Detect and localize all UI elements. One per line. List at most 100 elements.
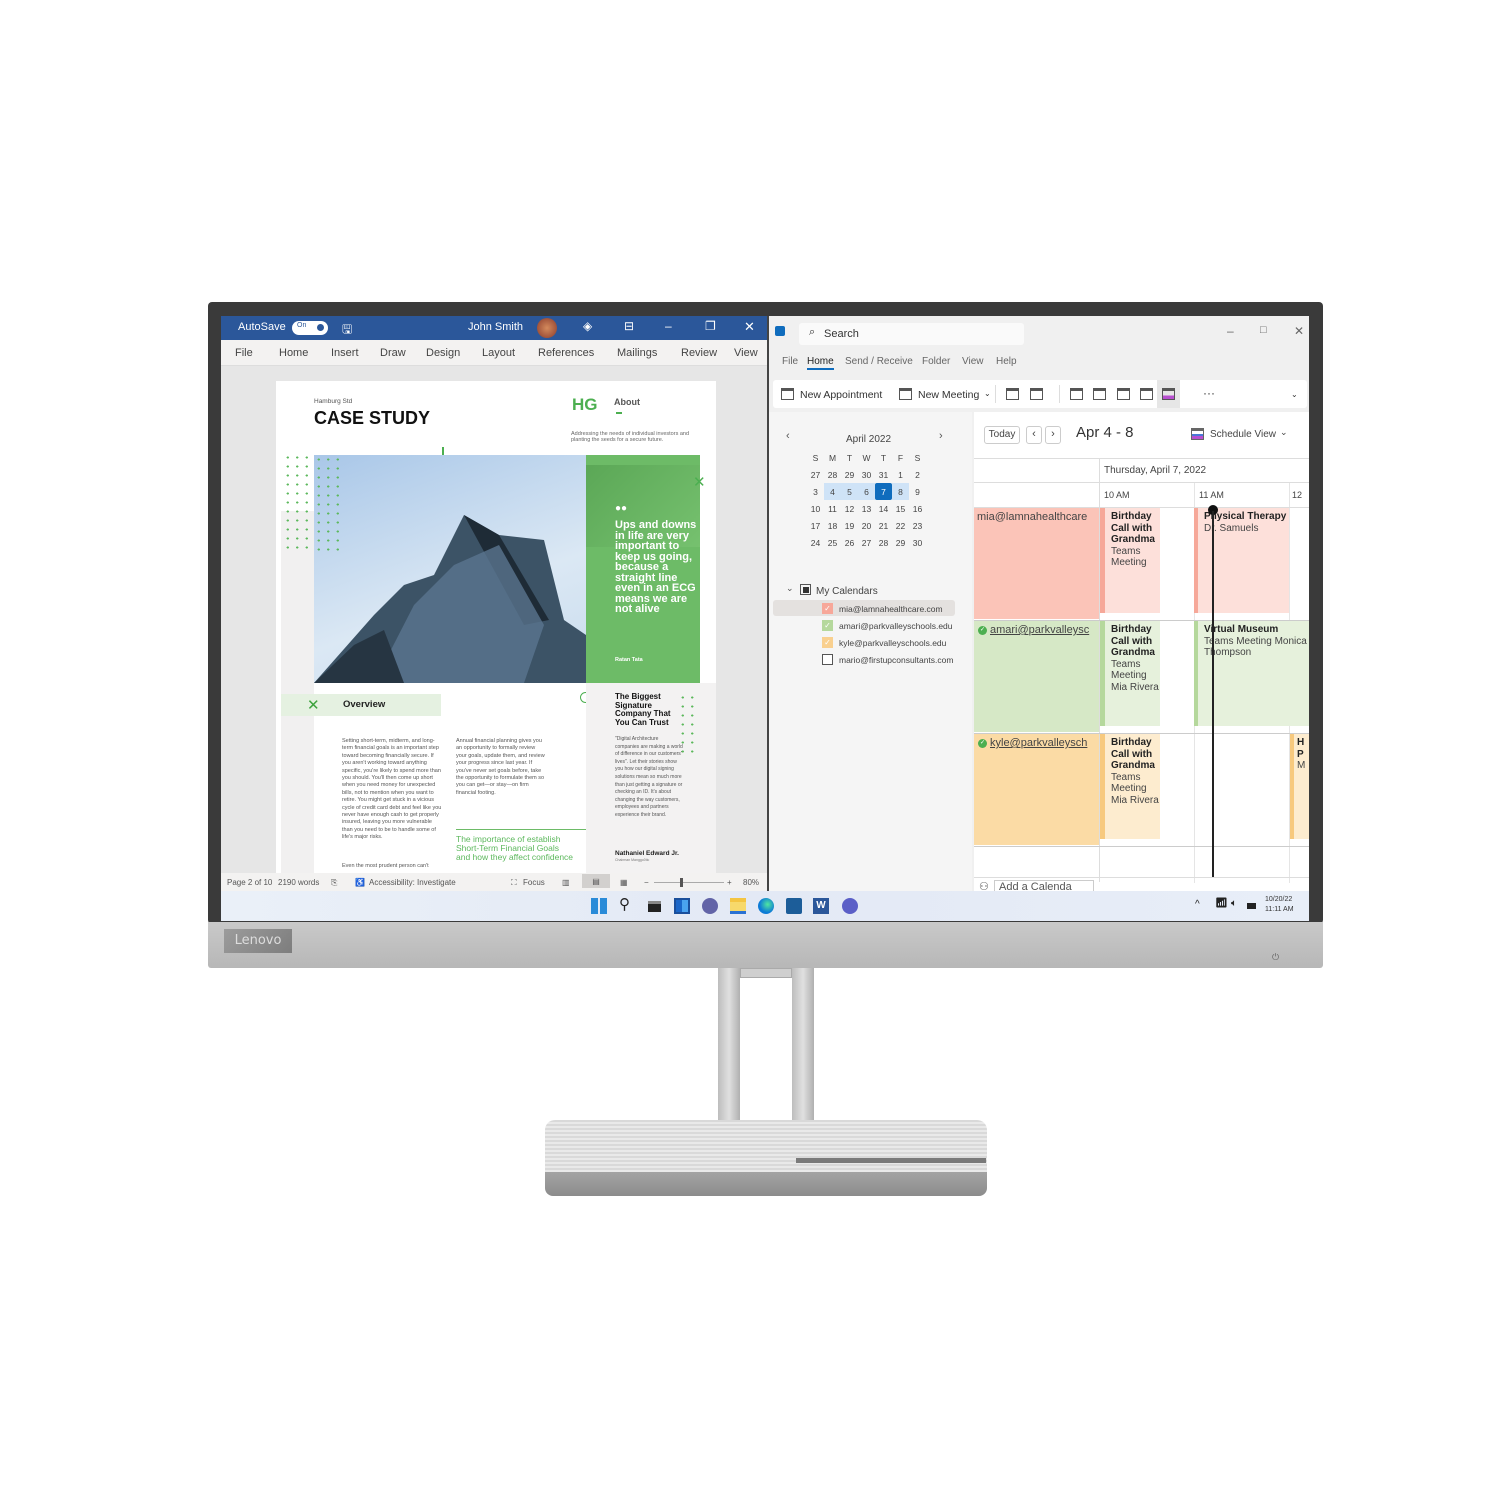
group-checkbox[interactable] xyxy=(800,584,811,595)
calendar-day[interactable]: 4 xyxy=(824,483,841,500)
calendar-day[interactable]: 28 xyxy=(824,466,841,483)
edge-icon[interactable] xyxy=(758,898,774,914)
calendar-day[interactable]: 31 xyxy=(875,466,892,483)
save-icon[interactable]: 🖫 xyxy=(342,320,352,341)
file-explorer-icon[interactable] xyxy=(730,898,746,914)
tab-references[interactable]: References xyxy=(538,347,594,359)
widgets-icon[interactable] xyxy=(674,898,690,914)
zoom-slider[interactable] xyxy=(654,878,724,887)
tab-file[interactable]: File xyxy=(235,347,253,359)
work-week-view-icon[interactable] xyxy=(1093,388,1106,400)
more-options-button[interactable]: ··· xyxy=(1203,386,1215,400)
calendar-day[interactable]: 25 xyxy=(824,534,841,551)
read-mode-icon[interactable]: ▥ xyxy=(562,878,570,887)
volume-icon[interactable]: 🔈︎ xyxy=(1231,898,1237,909)
tab-draw[interactable]: Draw xyxy=(380,347,406,359)
menu-home[interactable]: Home xyxy=(807,356,834,370)
calendar-day[interactable]: 2 xyxy=(909,466,926,483)
chat-icon[interactable] xyxy=(702,898,718,914)
event-card[interactable]: Physical Therapy Dr. Samuels xyxy=(1194,508,1289,613)
menu-help[interactable]: Help xyxy=(996,356,1017,367)
next-days-icon[interactable] xyxy=(1030,388,1043,400)
search-input[interactable]: ⌕ Search xyxy=(799,323,1024,345)
calendar-day[interactable]: 1 xyxy=(892,466,909,483)
tab-review[interactable]: Review xyxy=(681,347,717,359)
calendar-row-label[interactable]: ✓ kyle@parkvalleysch xyxy=(974,734,1099,845)
start-icon[interactable] xyxy=(591,898,607,914)
calendar-checkbox[interactable]: ✓ xyxy=(822,637,833,648)
print-layout-icon[interactable]: ▤ xyxy=(582,874,610,888)
calendar-day[interactable]: 29 xyxy=(892,534,909,551)
next-week-button[interactable]: › xyxy=(1045,426,1061,444)
restore-icon[interactable]: ❐ xyxy=(705,319,716,333)
event-card[interactable]: H PM xyxy=(1290,734,1309,839)
calendar-day[interactable]: 19 xyxy=(841,517,858,534)
tab-view[interactable]: View xyxy=(734,347,758,359)
calendar-day[interactable]: 3 xyxy=(807,483,824,500)
wifi-icon[interactable]: 📶︎ xyxy=(1215,898,1228,909)
calendar-day[interactable]: 11 xyxy=(824,500,841,517)
word-count[interactable]: 2190 words xyxy=(278,878,319,887)
calendar-day[interactable]: 7 xyxy=(875,483,892,500)
menu-folder[interactable]: Folder xyxy=(922,356,950,367)
calendar-row-label[interactable]: ✓ amari@parkvalleysc xyxy=(974,621,1099,732)
collapse-icon[interactable]: ⌄ xyxy=(786,583,794,594)
avatar[interactable] xyxy=(537,318,557,338)
search-icon[interactable]: ⚲ xyxy=(619,897,635,914)
close-icon[interactable]: ✕ xyxy=(1294,324,1304,338)
today-button[interactable]: Today xyxy=(984,426,1020,444)
close-icon[interactable]: ✕ xyxy=(744,319,755,335)
task-view-icon[interactable] xyxy=(648,901,661,912)
schedule-view-button[interactable] xyxy=(1157,380,1180,408)
calendar-day[interactable]: 23 xyxy=(909,517,926,534)
tab-insert[interactable]: Insert xyxy=(331,347,359,359)
page-count[interactable]: Page 2 of 10 xyxy=(227,878,272,887)
calendar-day[interactable]: 13 xyxy=(858,500,875,517)
calendar-day[interactable]: 29 xyxy=(841,466,858,483)
zoom-level[interactable]: 80% xyxy=(743,878,759,887)
menu-file[interactable]: File xyxy=(782,356,798,367)
tab-mailings[interactable]: Mailings xyxy=(617,347,657,359)
chevron-down-icon[interactable]: ⌄ xyxy=(984,389,991,398)
zoom-in-button[interactable]: + xyxy=(727,878,732,887)
calendar-day[interactable]: 27 xyxy=(858,534,875,551)
calendar-item[interactable]: mario@firstupconsultants.com xyxy=(839,655,953,665)
calendar-day[interactable]: 12 xyxy=(841,500,858,517)
battery-icon[interactable] xyxy=(1247,903,1256,909)
proofing-icon[interactable]: ⎘ xyxy=(331,878,337,888)
calendar-item[interactable]: kyle@parkvalleyschools.edu xyxy=(839,638,946,648)
calendar-day[interactable]: 16 xyxy=(909,500,926,517)
calendar-item[interactable]: amari@parkvalleyschools.edu xyxy=(839,621,953,631)
day-view-icon[interactable] xyxy=(1070,388,1083,400)
clock[interactable]: 11:11 AM xyxy=(1265,906,1294,913)
new-meeting-button[interactable]: New Meeting xyxy=(918,389,979,401)
chevron-down-icon[interactable]: ⌄ xyxy=(1280,427,1288,438)
calendar-day[interactable]: 6 xyxy=(858,483,875,500)
prev-week-button[interactable]: ‹ xyxy=(1026,426,1042,444)
calendar-checkbox[interactable] xyxy=(822,654,833,665)
autosave-toggle[interactable]: On xyxy=(292,321,328,335)
calendar-day[interactable]: 26 xyxy=(841,534,858,551)
calendar-item[interactable]: mia@lamnahealthcare.com xyxy=(839,604,943,614)
calendar-day[interactable]: 10 xyxy=(807,500,824,517)
calendar-day[interactable]: 27 xyxy=(807,466,824,483)
calendar-day[interactable]: 28 xyxy=(875,534,892,551)
calendar-owner[interactable]: mia@lamnahealthcare xyxy=(977,511,1087,523)
expand-ribbon-icon[interactable]: ⌄ xyxy=(1291,390,1298,399)
word-icon[interactable]: W xyxy=(813,898,829,914)
calendar-day[interactable]: 24 xyxy=(807,534,824,551)
new-appointment-button[interactable]: New Appointment xyxy=(800,389,882,401)
my-calendars-label[interactable]: My Calendars xyxy=(816,586,878,597)
minimize-icon[interactable]: – xyxy=(665,319,672,333)
calendar-owner[interactable]: amari@parkvalleysc xyxy=(990,624,1089,636)
ribbon-display-icon[interactable]: ⊟ xyxy=(624,319,634,333)
calendar-day[interactable]: 5 xyxy=(841,483,858,500)
calendar-checkbox[interactable]: ✓ xyxy=(822,620,833,631)
web-layout-icon[interactable]: ▦ xyxy=(620,878,628,887)
date[interactable]: 10/20/22 xyxy=(1265,896,1292,903)
prev-month-icon[interactable]: ‹ xyxy=(786,430,790,442)
calendar-day[interactable]: 15 xyxy=(892,500,909,517)
event-card[interactable]: Birthday Call with Grandma Teams Meeting … xyxy=(1100,621,1160,726)
tab-layout[interactable]: Layout xyxy=(482,347,515,359)
power-icon[interactable]: ⏻ xyxy=(1272,952,1279,963)
